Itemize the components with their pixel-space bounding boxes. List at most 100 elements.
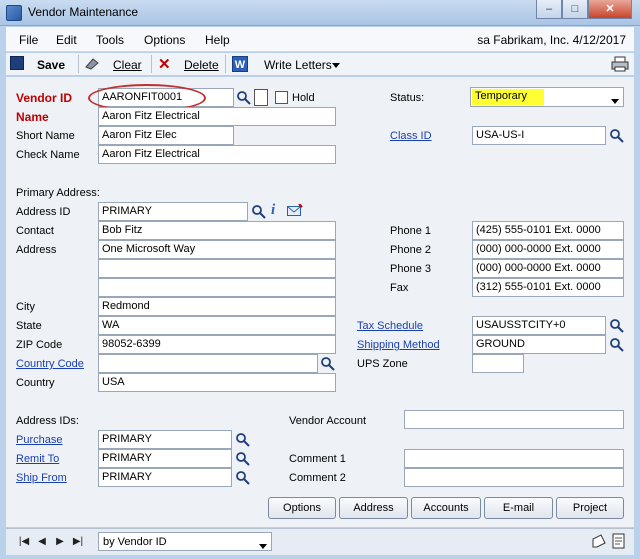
menu-tools[interactable]: Tools (96, 33, 124, 47)
sort-by-dropdown[interactable]: by Vendor ID (98, 532, 272, 551)
email-icon[interactable] (287, 203, 303, 217)
remit-to-link[interactable]: Remit To (16, 453, 59, 465)
name-field[interactable]: Aaron Fitz Electrical (98, 107, 336, 126)
address-id-label: Address ID (16, 206, 71, 218)
lookup-icon[interactable] (251, 204, 267, 220)
class-id-link[interactable]: Class ID (390, 130, 432, 142)
vendor-account-field[interactable] (404, 410, 624, 429)
status-label: Status: (390, 92, 425, 104)
next-record-icon[interactable]: ▶ (52, 534, 68, 550)
lookup-icon[interactable] (320, 356, 336, 372)
phone2-field[interactable]: (000) 000-0000 Ext. 0000 (472, 240, 624, 259)
primary-address-label: Primary Address: (16, 187, 100, 199)
short-name-field[interactable]: Aaron Fitz Elec (98, 126, 234, 145)
contact-label: Contact (16, 225, 54, 237)
save-icon[interactable] (10, 56, 24, 70)
phone3-field[interactable]: (000) 000-0000 Ext. 0000 (472, 259, 624, 278)
check-name-field[interactable]: Aaron Fitz Electrical (98, 145, 336, 164)
shipping-method-field[interactable]: GROUND (472, 335, 606, 354)
zip-code-field[interactable]: 98052-6399 (98, 335, 336, 354)
shipping-method-link[interactable]: Shipping Method (357, 339, 440, 351)
write-letters-button[interactable]: Write Letters (264, 58, 332, 72)
project-button[interactable]: Project (556, 497, 624, 519)
email-button[interactable]: E-mail (484, 497, 553, 519)
menu-help[interactable]: Help (205, 33, 230, 47)
country-code-field[interactable] (98, 354, 318, 373)
dropdown-arrow-icon[interactable] (259, 540, 267, 552)
address-button[interactable]: Address (339, 497, 408, 519)
tax-schedule-field[interactable]: USAUSSTCITY+0 (472, 316, 606, 335)
toolbar-separator (225, 55, 226, 73)
ship-from-field[interactable]: PRIMARY (98, 468, 232, 487)
maximize-button[interactable]: □ (562, 0, 588, 19)
menu-file[interactable]: File (19, 33, 38, 47)
fax-field[interactable]: (312) 555-0101 Ext. 0000 (472, 278, 624, 297)
window-title: Vendor Maintenance (28, 5, 139, 19)
purchase-link[interactable]: Purchase (16, 434, 62, 446)
state-field[interactable]: WA (98, 316, 336, 335)
lookup-icon[interactable] (609, 128, 625, 144)
first-record-icon[interactable]: |◀ (16, 534, 32, 550)
delete-icon[interactable]: ✕ (158, 55, 171, 73)
close-button[interactable]: ✕ (588, 0, 632, 19)
name-label: Name (16, 110, 49, 124)
vendor-id-label: Vendor ID (16, 91, 73, 105)
short-name-label: Short Name (16, 130, 75, 142)
clear-button[interactable]: Clear (113, 58, 142, 72)
comment2-field[interactable] (404, 468, 624, 487)
options-button[interactable]: Options (268, 497, 336, 519)
info-icon[interactable]: i (271, 202, 275, 219)
lookup-icon[interactable] (235, 470, 251, 486)
printer-icon[interactable] (611, 56, 629, 72)
lookup-icon[interactable] (609, 337, 625, 353)
dropdown-arrow-icon[interactable] (332, 60, 340, 72)
comment1-field[interactable] (404, 449, 624, 468)
note-icon[interactable] (254, 89, 268, 106)
comment1-label: Comment 1 (289, 453, 346, 465)
status-bar: |◀ ◀ ▶ ▶| by Vendor ID (6, 528, 634, 555)
save-button[interactable]: Save (37, 58, 65, 72)
address-line3-field[interactable] (98, 278, 336, 297)
city-label: City (16, 301, 35, 313)
ups-zone-field[interactable] (472, 354, 524, 373)
status-dropdown[interactable]: Temporary (470, 87, 624, 107)
address-line1-field[interactable]: One Microsoft Way (98, 240, 336, 259)
accounts-button[interactable]: Accounts (411, 497, 481, 519)
word-icon[interactable]: W (232, 56, 248, 72)
class-id-field[interactable]: USA-US-I (472, 126, 606, 145)
phone1-field[interactable]: (425) 555-0101 Ext. 0000 (472, 221, 624, 240)
address-id-field[interactable]: PRIMARY (98, 202, 248, 221)
phone1-label: Phone 1 (390, 225, 431, 237)
menu-edit[interactable]: Edit (56, 33, 77, 47)
minimize-button[interactable]: – (536, 0, 562, 19)
company-info: sa Fabrikam, Inc. 4/12/2017 (477, 33, 626, 47)
dropdown-arrow-icon[interactable] (611, 95, 619, 107)
previous-record-icon[interactable]: ◀ (34, 534, 50, 550)
country-field[interactable]: USA (98, 373, 336, 392)
address-ids-label: Address IDs: (16, 415, 79, 427)
city-field[interactable]: Redmond (98, 297, 336, 316)
country-code-link[interactable]: Country Code (16, 358, 84, 370)
menu-options[interactable]: Options (144, 33, 185, 47)
lookup-icon[interactable] (609, 318, 625, 334)
sort-by-value: by Vendor ID (103, 536, 167, 548)
ship-from-link[interactable]: Ship From (16, 472, 67, 484)
lookup-icon[interactable] (235, 432, 251, 448)
hold-checkbox[interactable] (275, 91, 288, 104)
eraser-icon[interactable] (84, 57, 100, 70)
last-record-icon[interactable]: ▶| (70, 534, 86, 550)
note-icon[interactable] (591, 533, 607, 549)
tax-schedule-link[interactable]: Tax Schedule (357, 320, 423, 332)
hold-label: Hold (292, 92, 315, 104)
delete-button[interactable]: Delete (184, 58, 219, 72)
title-bar[interactable]: Vendor Maintenance – □ ✕ (0, 0, 640, 26)
lookup-icon[interactable] (235, 451, 251, 467)
purchase-field[interactable]: PRIMARY (98, 430, 232, 449)
toolbar-separator (78, 55, 79, 73)
lookup-icon[interactable] (236, 90, 252, 106)
help-icon[interactable] (612, 533, 626, 549)
address-line2-field[interactable] (98, 259, 336, 278)
contact-field[interactable]: Bob Fitz (98, 221, 336, 240)
remit-to-field[interactable]: PRIMARY (98, 449, 232, 468)
ups-zone-label: UPS Zone (357, 358, 408, 370)
